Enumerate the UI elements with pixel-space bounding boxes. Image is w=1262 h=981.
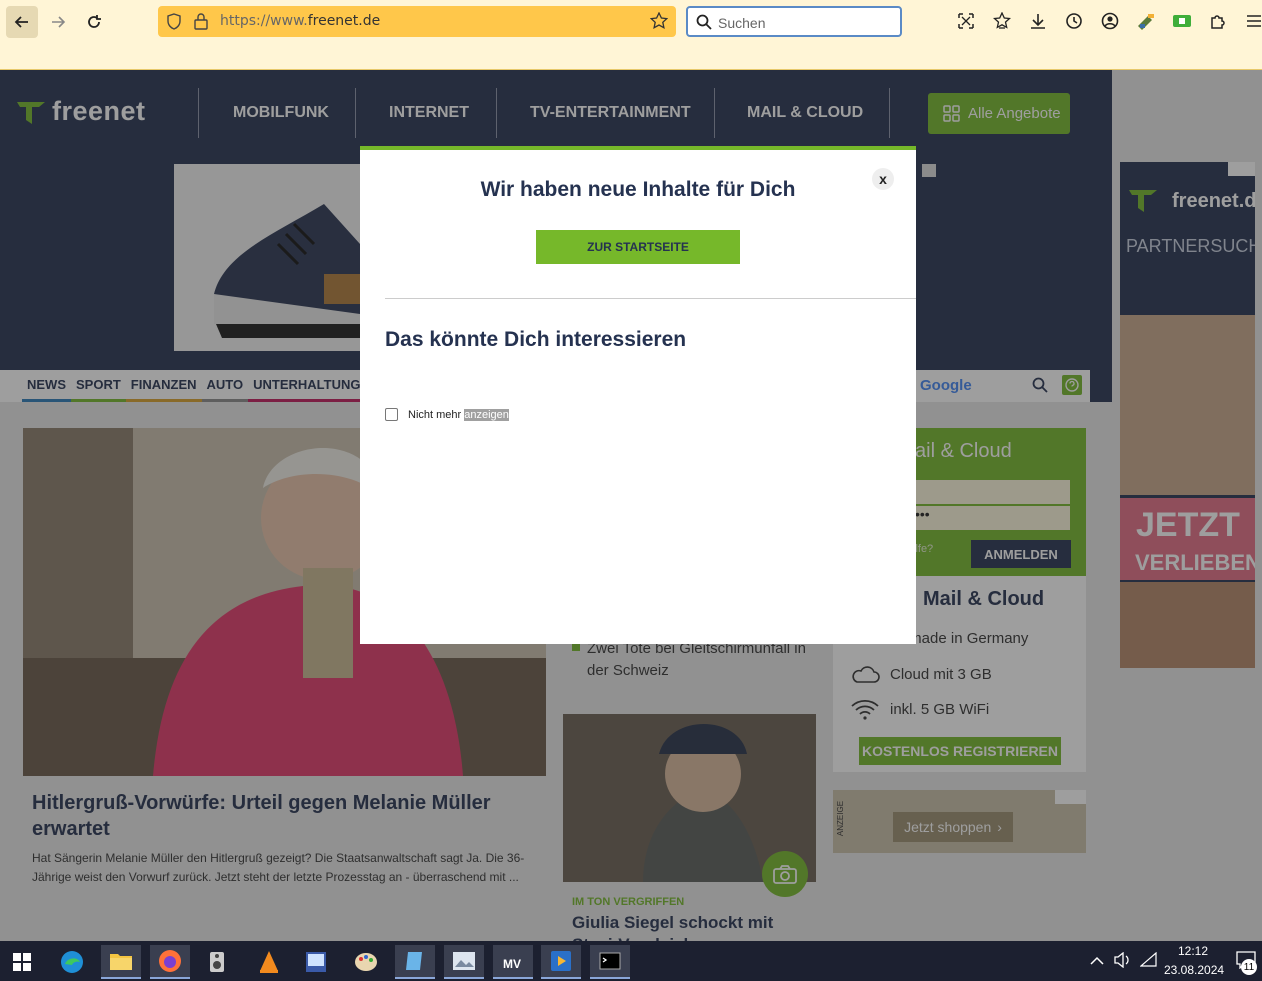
image-viewer-taskbar-button[interactable] <box>296 945 336 979</box>
reload-button[interactable] <box>78 6 110 38</box>
windows-icon <box>13 953 31 971</box>
notes-icon <box>406 952 422 970</box>
speaker-icon <box>210 952 224 972</box>
url-prefix: https://www. <box>220 13 308 29</box>
download-icon[interactable] <box>1028 11 1048 31</box>
extensions-puzzle-icon[interactable] <box>1208 11 1228 31</box>
forward-button[interactable] <box>42 6 74 38</box>
lock-icon[interactable] <box>194 13 208 30</box>
speaker-app-taskbar-button[interactable] <box>197 945 237 979</box>
start-button[interactable] <box>2 945 42 979</box>
menu-icon[interactable] <box>1244 11 1262 31</box>
url-domain: freenet.de <box>307 13 381 29</box>
video-player-icon <box>551 951 571 971</box>
paint-palette-icon <box>355 953 377 971</box>
search-icon <box>696 14 712 30</box>
extension-colorful-icon[interactable] <box>1136 11 1156 31</box>
terminal-taskbar-button[interactable] <box>590 945 630 979</box>
terminal-icon <box>599 952 621 970</box>
start-page-button[interactable]: ZUR STARTSEITE <box>536 230 740 264</box>
divider <box>385 298 916 299</box>
web-page: freenet MOBILFUNK INTERNET TV-ENTERTAINM… <box>0 70 1262 941</box>
arrow-right-icon <box>52 16 66 28</box>
url-text: https://www.freenet.de <box>220 13 380 29</box>
svg-text:MV: MV <box>503 957 521 971</box>
content-modal: x Wir haben neue Inhalte für Dich ZUR ST… <box>360 146 916 644</box>
dont-show-highlight: anzeigen <box>464 408 509 421</box>
dont-show-checkbox[interactable] <box>385 408 398 421</box>
mediathek-taskbar-button[interactable]: MV <box>493 945 533 979</box>
search-input[interactable]: Suchen <box>718 15 765 31</box>
back-button[interactable] <box>6 6 38 38</box>
url-bar[interactable]: https://www.freenet.de <box>158 6 676 37</box>
windows-taskbar: MV 12:12 23.08.2024 11 <box>0 941 1262 981</box>
dont-show-label: Nicht mehr anzeigen <box>408 408 509 421</box>
edge-icon <box>61 951 83 973</box>
photos-icon <box>453 952 475 970</box>
photos-taskbar-button[interactable] <box>444 945 484 979</box>
modal-subtitle: Das könnte Dich interessieren <box>385 328 687 351</box>
reload-icon <box>88 15 101 28</box>
notes-taskbar-button[interactable] <box>395 945 435 979</box>
clock-date[interactable]: 23.08.2024 <box>1164 963 1224 977</box>
edge-taskbar-button[interactable] <box>52 945 92 979</box>
extension-green-icon[interactable] <box>1172 11 1192 31</box>
clock-time[interactable]: 12:12 <box>1178 944 1208 958</box>
mediathek-icon: MV <box>503 957 521 971</box>
browser-toolbar: https://www.freenet.de Suchen <box>0 0 1262 70</box>
explorer-taskbar-button[interactable] <box>101 945 141 979</box>
video-player-taskbar-button[interactable] <box>541 945 581 979</box>
bookmarks-icon[interactable] <box>992 11 1012 31</box>
chevron-up-icon[interactable] <box>1090 953 1104 971</box>
network-icon[interactable] <box>1139 951 1158 973</box>
firefox-taskbar-button[interactable] <box>150 945 190 979</box>
bookmark-star-icon[interactable] <box>650 12 668 30</box>
firefox-icon <box>159 950 181 972</box>
image-viewer-icon <box>306 952 326 972</box>
vlc-icon <box>260 951 278 973</box>
notification-count: 11 <box>1241 959 1257 975</box>
arrow-left-icon <box>14 16 28 28</box>
dont-show-prefix: Nicht mehr <box>408 408 465 421</box>
screenshot-icon[interactable] <box>956 11 976 31</box>
notification-icon[interactable]: 11 <box>1236 951 1257 975</box>
folder-icon <box>110 954 132 970</box>
modal-title: Wir haben neue Inhalte für Dich <box>480 178 796 201</box>
history-icon[interactable] <box>1064 11 1084 31</box>
search-bar[interactable]: Suchen <box>686 6 902 37</box>
dont-show-again-option[interactable]: Nicht mehr anzeigen <box>385 408 509 421</box>
shield-icon[interactable] <box>166 13 182 30</box>
vlc-taskbar-button[interactable] <box>249 945 289 979</box>
account-icon[interactable] <box>1100 11 1120 31</box>
volume-icon[interactable] <box>1113 951 1131 973</box>
paint-taskbar-button[interactable] <box>346 945 386 979</box>
